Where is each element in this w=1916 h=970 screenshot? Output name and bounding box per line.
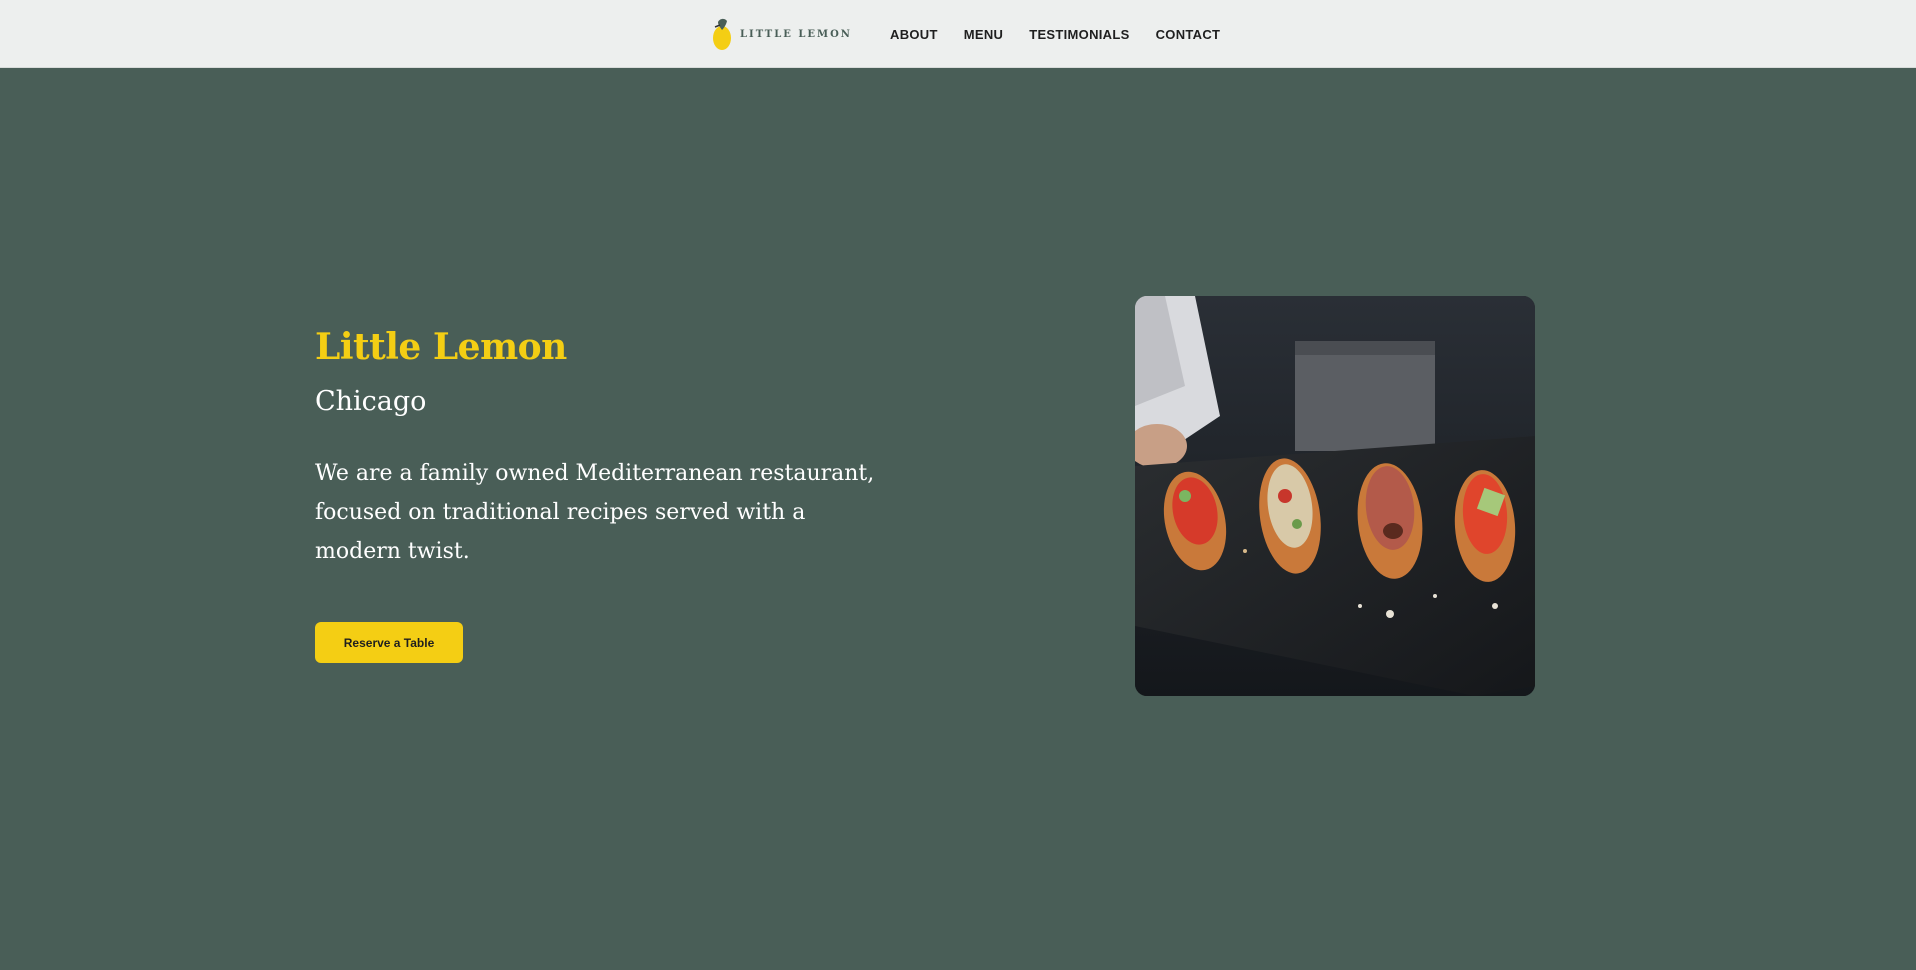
bruschetta-photo	[1135, 296, 1535, 696]
nav-link-contact[interactable]: CONTACT	[1156, 27, 1221, 42]
lemon-icon	[713, 18, 731, 50]
navbar: LITTLE LEMON ABOUT MENU TESTIMONIALS CON…	[0, 0, 1916, 68]
logo-wordmark: LITTLE LEMON	[740, 28, 852, 40]
primary-nav: ABOUT MENU TESTIMONIALS CONTACT	[890, 0, 1246, 68]
nav-link-menu[interactable]: MENU	[964, 27, 1003, 42]
hero-title: Little Lemon	[315, 326, 567, 368]
nav-link-testimonials[interactable]: TESTIMONIALS	[1029, 27, 1129, 42]
site-logo[interactable]: LITTLE LEMON	[712, 16, 852, 52]
reserve-table-button[interactable]: Reserve a Table	[315, 622, 463, 663]
hero-food-image	[1135, 296, 1535, 696]
hero-subtitle: Chicago	[315, 386, 427, 417]
hero-description: We are a family owned Mediterranean rest…	[315, 461, 875, 564]
nav-link-about[interactable]: ABOUT	[890, 27, 938, 42]
hero-section: Little Lemon Chicago We are a family own…	[0, 68, 1916, 970]
